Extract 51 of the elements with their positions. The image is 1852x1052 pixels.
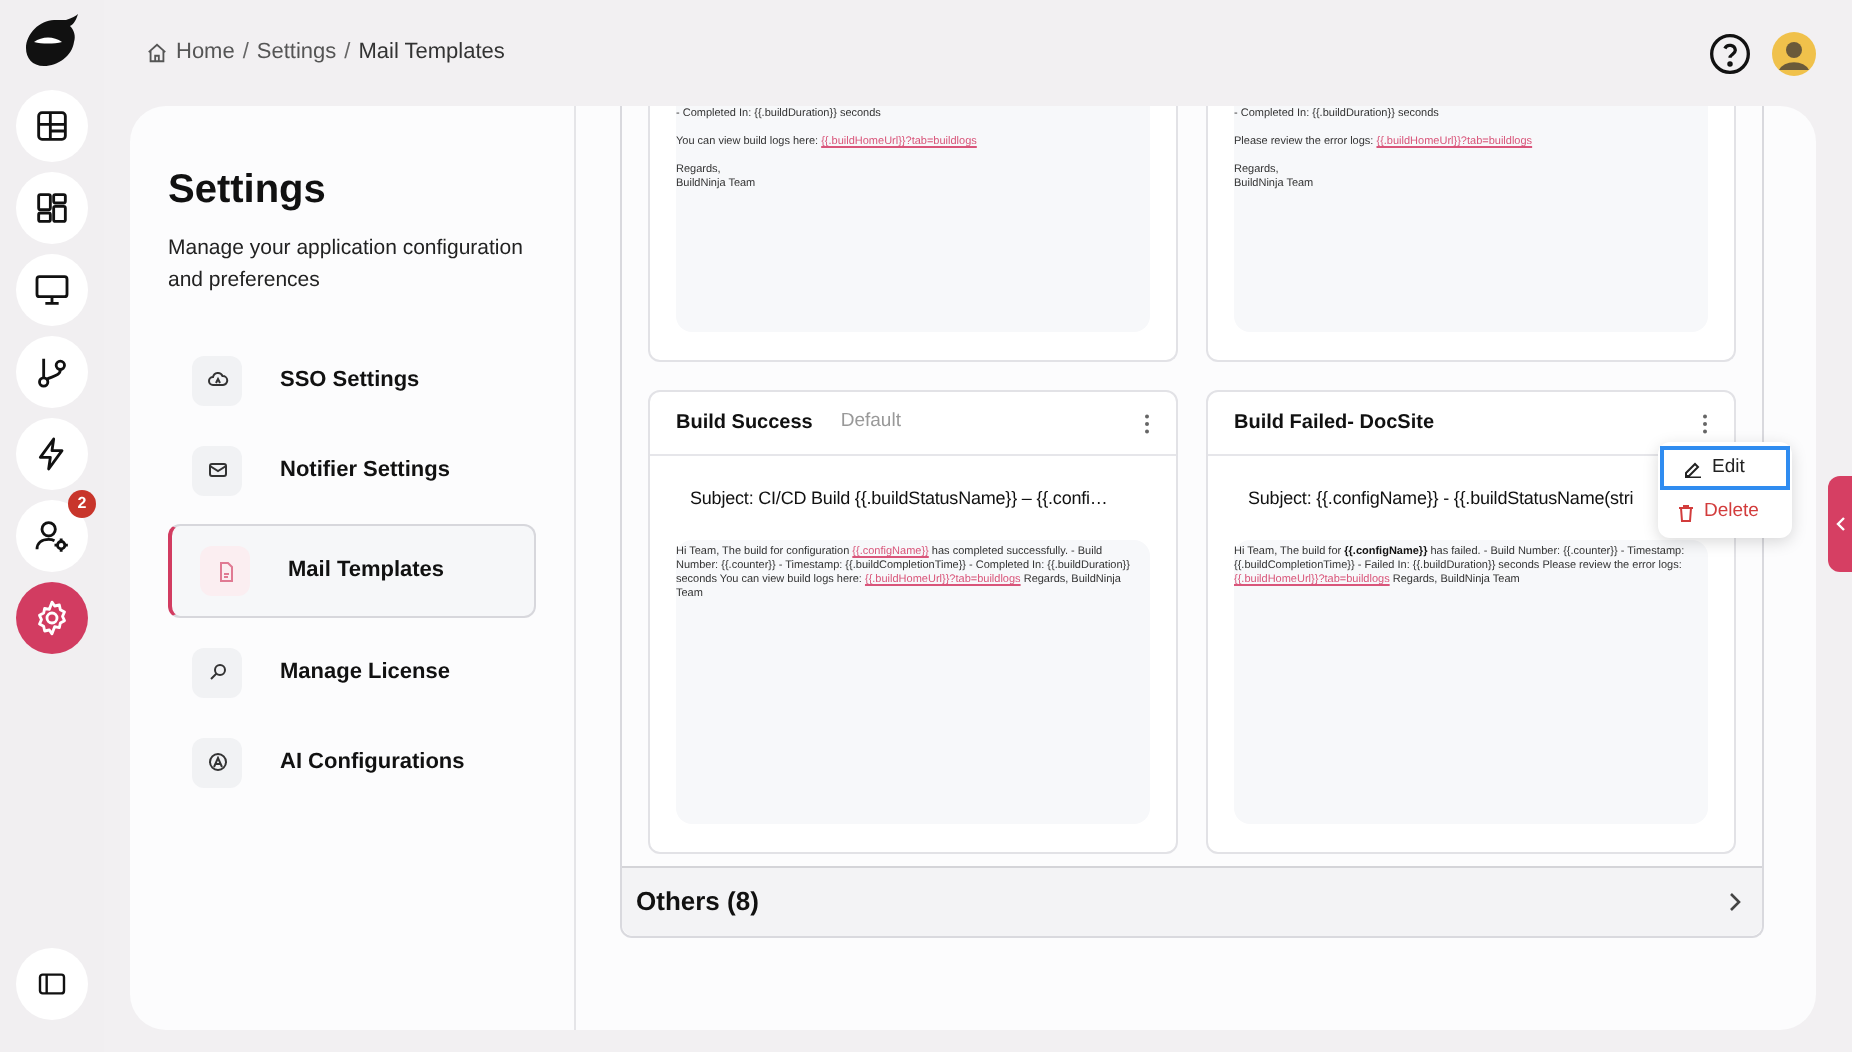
help-icon[interactable] <box>1708 31 1752 75</box>
trash-icon <box>1678 503 1694 521</box>
chevron-right-icon <box>1728 892 1742 912</box>
rail-button[interactable] <box>16 172 88 244</box>
email-subject: Subject: {{.configName}} - {{.buildStatusName(stri <box>1248 486 1634 512</box>
document-icon <box>200 546 250 596</box>
settings-nav-item[interactable]: SSO Settings <box>168 344 536 416</box>
settings-nav-item[interactable]: AI Configurations <box>168 726 536 798</box>
menu-item[interactable]: Edit <box>1660 446 1790 490</box>
sidebar-toggle-button[interactable] <box>16 948 88 1020</box>
template-title: Build Success <box>676 410 813 438</box>
breadcrumb-separator: / <box>242 38 249 69</box>
email-subject: Subject: CI/CD Build {{.buildStatusName}} – {{.confi… <box>690 486 1108 512</box>
sidebar-icon <box>36 968 68 1000</box>
rail-button[interactable] <box>16 336 88 408</box>
settings-nav-item[interactable]: Mail Templates <box>168 524 536 618</box>
dashboard-icon <box>32 188 72 228</box>
side-drawer-tab[interactable] <box>1828 476 1852 572</box>
user-settings-icon <box>32 516 72 556</box>
mail-icon <box>192 445 242 495</box>
search-icon <box>192 647 242 697</box>
chevron-left-icon <box>1835 516 1845 532</box>
circle-a-icon <box>192 737 242 787</box>
settings-nav-item[interactable]: Manage License <box>168 636 536 708</box>
more-options-icon[interactable] <box>1702 413 1708 433</box>
settings-description: Manage your application configuration and preferences <box>168 234 525 296</box>
settings-nav-item[interactable]: Notifier Settings <box>168 434 536 506</box>
rail-button[interactable] <box>16 500 88 572</box>
cloud-icon <box>192 355 242 405</box>
avatar-icon[interactable] <box>1772 31 1816 75</box>
more-options-icon[interactable] <box>1144 413 1150 433</box>
others-section-header[interactable]: Others (8) <box>622 866 1762 936</box>
breadcrumb-link[interactable]: Home <box>176 36 235 70</box>
rail-button[interactable] <box>16 254 88 326</box>
menu-item[interactable]: Delete <box>1658 490 1792 534</box>
breadcrumb-separator: / <box>344 38 351 69</box>
home-icon <box>146 42 168 64</box>
breadcrumb-link[interactable]: Settings <box>256 36 337 70</box>
layout-icon <box>32 106 72 146</box>
others-label: Others (8) <box>636 884 759 921</box>
notification-badge: 2 <box>68 490 96 518</box>
default-tag: Default <box>840 408 901 438</box>
logo-icon[interactable] <box>22 12 82 72</box>
rail-button[interactable] <box>16 418 88 490</box>
monitor-icon <box>32 270 72 310</box>
breadcrumb-current: Mail Templates <box>358 38 505 69</box>
settings-title: Settings <box>168 166 328 216</box>
settings-icon <box>32 598 72 638</box>
pencil-icon <box>1684 459 1702 477</box>
template-title: Build Failed- DocSite <box>1234 410 1435 438</box>
rail-button[interactable] <box>16 90 88 162</box>
